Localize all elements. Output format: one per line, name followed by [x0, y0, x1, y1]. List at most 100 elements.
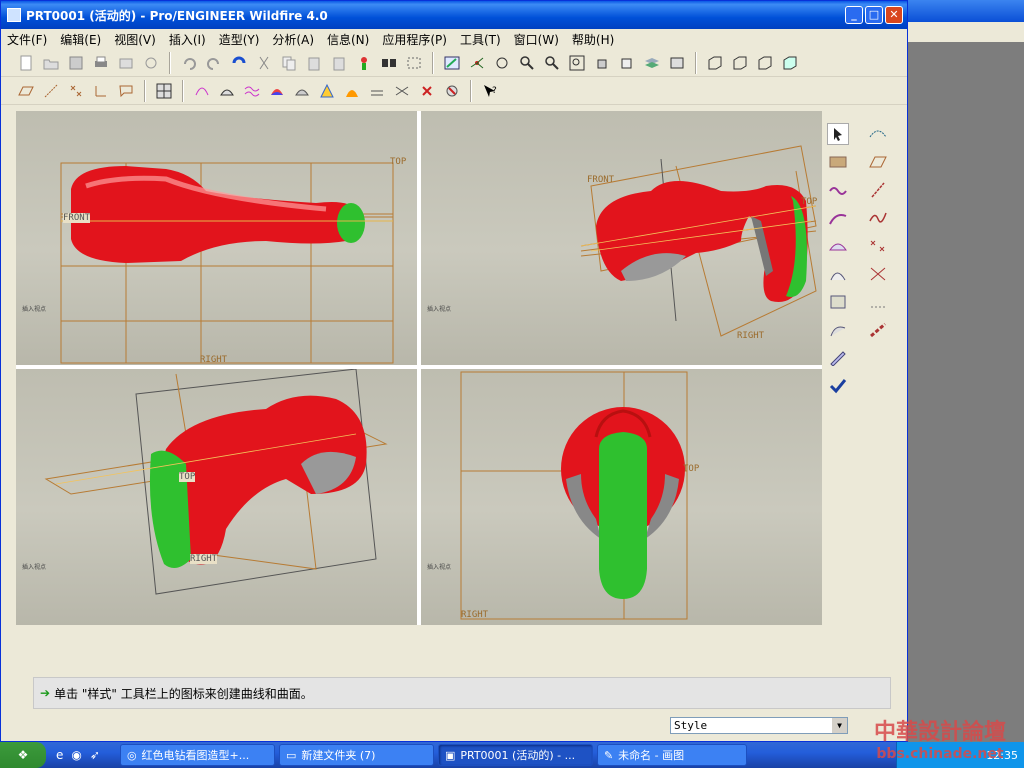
start-button[interactable]: ❖: [0, 742, 46, 768]
close-button[interactable]: ✕: [885, 6, 903, 24]
curvature-icon[interactable]: [266, 80, 288, 102]
datum-planes-icon[interactable]: [15, 80, 37, 102]
active-plane-icon[interactable]: [827, 151, 849, 173]
no-hidden-icon[interactable]: [754, 52, 776, 74]
datum-label-right: RIGHT: [190, 554, 218, 564]
taskbar-item-1[interactable]: ◎ 红色电钻看图造型+...: [119, 744, 275, 766]
send-link-icon[interactable]: [140, 52, 162, 74]
layers-icon[interactable]: [641, 52, 663, 74]
cut-icon[interactable]: [253, 52, 275, 74]
coord-sys-icon[interactable]: [90, 80, 112, 102]
saved-views-icon[interactable]: [616, 52, 638, 74]
regenerate-icon[interactable]: [228, 52, 250, 74]
style-grid-icon[interactable]: [153, 80, 175, 102]
viewport-top-left[interactable]: TOP FRONT RIGHT 插入视点: [16, 111, 417, 365]
arc-icon[interactable]: [867, 207, 889, 229]
taskbar-item-2[interactable]: ▭ 新建文件夹 (7): [278, 744, 434, 766]
menu-window[interactable]: 窗口(W): [514, 31, 559, 48]
chevron-down-icon[interactable]: ▼: [832, 718, 847, 733]
minimize-button[interactable]: _: [845, 6, 863, 24]
menu-style[interactable]: 造型(Y): [219, 31, 260, 48]
line-icon[interactable]: [867, 179, 889, 201]
menu-file[interactable]: 文件(F): [7, 31, 47, 48]
find-icon[interactable]: [378, 52, 400, 74]
view-manager-icon[interactable]: [666, 52, 688, 74]
redo-icon[interactable]: [203, 52, 225, 74]
menu-tools[interactable]: 工具(T): [460, 31, 501, 48]
zoom-in-icon[interactable]: [516, 52, 538, 74]
create-curve-icon[interactable]: [827, 179, 849, 201]
title-bar: PRT0001 (活动的) - Pro/ENGINEER Wildfire 4.…: [1, 1, 907, 29]
viewport-bottom-left[interactable]: TOP RIGHT 插入视点: [16, 369, 417, 625]
remove-analysis-icon[interactable]: [441, 80, 463, 102]
background-window-strip: [908, 22, 1024, 42]
trace-sketch-icon[interactable]: [827, 347, 849, 369]
surface-edit-icon[interactable]: [827, 319, 849, 341]
ie-icon[interactable]: e: [56, 748, 63, 762]
paste-special-icon[interactable]: [328, 52, 350, 74]
menu-info[interactable]: 信息(N): [327, 31, 369, 48]
curve-edit-icon[interactable]: [867, 123, 889, 145]
done-check-icon[interactable]: [827, 375, 849, 397]
filter-dropdown[interactable]: Style ▼: [670, 717, 848, 734]
axis-points-icon[interactable]: [867, 263, 889, 285]
datum-axes-icon[interactable]: [40, 80, 62, 102]
surface-connect-icon[interactable]: [827, 263, 849, 285]
annotation-icon[interactable]: [115, 80, 137, 102]
viewport-top-right[interactable]: FRONT TOP RIGHT 插入视点: [421, 111, 822, 365]
draft-icon[interactable]: [291, 80, 313, 102]
dihedral-icon[interactable]: [391, 80, 413, 102]
slope-icon[interactable]: [316, 80, 338, 102]
menu-help[interactable]: 帮助(H): [572, 31, 614, 48]
internal-plane-icon[interactable]: [867, 151, 889, 173]
chain-icon[interactable]: [867, 319, 889, 341]
view-corner-label: 插入视点: [22, 564, 47, 571]
new-file-icon[interactable]: [15, 52, 37, 74]
select-arrow-icon[interactable]: [827, 123, 849, 145]
open-file-icon[interactable]: [40, 52, 62, 74]
orient-mode-icon[interactable]: [491, 52, 513, 74]
drop-curve-icon[interactable]: [827, 207, 849, 229]
context-help-icon[interactable]: ?: [479, 80, 501, 102]
menu-insert[interactable]: 插入(I): [169, 31, 206, 48]
undo-icon[interactable]: [178, 52, 200, 74]
points-icon[interactable]: [867, 235, 889, 257]
graphics-area[interactable]: TOP FRONT RIGHT 插入视点 FRONT TOP RIGHT 插入视…: [16, 111, 822, 625]
datum-points-icon[interactable]: [65, 80, 87, 102]
zoom-out-icon[interactable]: [541, 52, 563, 74]
delete-analysis-icon[interactable]: [416, 80, 438, 102]
send-mail-icon[interactable]: [115, 52, 137, 74]
wireframe-icon[interactable]: [704, 52, 726, 74]
refit-icon[interactable]: [566, 52, 588, 74]
model-player-icon[interactable]: [353, 52, 375, 74]
copy-icon[interactable]: [278, 52, 300, 74]
surface-analysis-icon[interactable]: [216, 80, 238, 102]
menu-applications[interactable]: 应用程序(P): [382, 31, 447, 48]
menu-analysis[interactable]: 分析(A): [272, 31, 314, 48]
viewport-bottom-right[interactable]: TOP RIGHT 插入视点: [421, 369, 822, 625]
menu-edit[interactable]: 编辑(E): [60, 31, 101, 48]
save-icon[interactable]: [65, 52, 87, 74]
repaint-icon[interactable]: [441, 52, 463, 74]
taskbar-item-3[interactable]: ▣ PRT0001 (活动的) - ...: [437, 744, 593, 766]
offset-points-icon[interactable]: [867, 291, 889, 313]
message-area: ➔ 单击 "样式" 工具栏上的图标来创建曲线和曲面。: [33, 677, 891, 709]
spin-center-icon[interactable]: [466, 52, 488, 74]
section-icon[interactable]: [341, 80, 363, 102]
paste-icon[interactable]: [303, 52, 325, 74]
print-icon[interactable]: [90, 52, 112, 74]
shading-icon[interactable]: [779, 52, 801, 74]
curve-analysis-icon[interactable]: [191, 80, 213, 102]
taskbar-item-4[interactable]: ✎ 未命名 - 画图: [596, 744, 747, 766]
reorient-icon[interactable]: [591, 52, 613, 74]
maximize-button[interactable]: □: [865, 6, 883, 24]
quicklaunch-icon[interactable]: ➶: [90, 748, 100, 762]
offset-icon[interactable]: [366, 80, 388, 102]
surface-icon[interactable]: [827, 235, 849, 257]
reflection-icon[interactable]: [241, 80, 263, 102]
surface-trim-icon[interactable]: [827, 291, 849, 313]
firefox-icon[interactable]: ◉: [71, 748, 81, 762]
menu-view[interactable]: 视图(V): [114, 31, 156, 48]
selection-box-icon[interactable]: [403, 52, 425, 74]
hidden-line-icon[interactable]: [729, 52, 751, 74]
